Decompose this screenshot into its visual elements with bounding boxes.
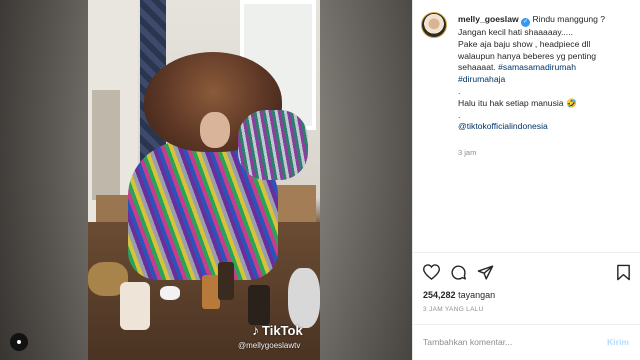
view-count[interactable]: 254,282 tayangan [423,290,495,300]
divider [413,252,640,253]
view-count-number: 254,282 [423,290,456,300]
audio-toggle-button[interactable] [10,333,28,351]
caption-dot: . [458,85,461,96]
hashtag-link[interactable]: #dirumahaja [458,74,640,86]
rofl-emoji: 🤣 [565,97,577,108]
video-shelf [92,90,120,200]
heart-icon [422,264,440,280]
caption-dot: . [458,109,461,120]
hashtag-link[interactable]: #samasamadirumah [498,62,576,72]
caption-line: Jangan kecil hati shaaaaay..... [458,27,573,37]
view-count-label: tayangan [458,290,496,300]
tiktok-watermark: ♪ TikTok [252,322,303,338]
tiktok-note-icon: ♪ [252,322,259,338]
bookmark-icon [616,264,630,280]
caption-line: sehaaaat. [458,62,496,73]
verified-badge-icon: ✓ [521,18,531,27]
comment-input[interactable]: Tambahkan komentar... [423,337,593,351]
comment-button[interactable] [448,262,468,282]
post-side-panel: melly_goeslaw ✓ Rindu manggung ? Jangan … [412,0,640,360]
caption-line: Halu itu hak setiap manusia [458,97,564,108]
post-comment-button[interactable]: Kirim [607,337,629,347]
video-tissue [160,286,180,300]
video-cup [120,282,150,330]
video-face [200,112,230,148]
post-caption: melly_goeslaw ✓ Rindu manggung ? Jangan … [458,14,640,133]
caption-line: Pake aja baju show , headpiece dll [458,38,591,49]
mention-link[interactable]: @tiktokofficialindonesia [458,121,640,133]
post-actions [421,262,633,284]
audio-icon [17,340,21,344]
caption-line: Rindu manggung ? [532,14,606,24]
paper-plane-icon [477,264,493,280]
tiktok-brand: TikTok [262,322,303,338]
comment-icon [450,264,466,280]
username-link[interactable]: melly_goeslaw [458,14,519,24]
caption-time[interactable]: 3 jam [458,148,476,157]
like-button[interactable] [421,262,441,282]
video-headpiece-fringe [238,110,308,180]
post-timestamp[interactable]: 3 JAM YANG LALU [423,306,484,313]
divider [413,324,640,325]
post-video[interactable]: ♪ TikTok @mellygoeslawtv [88,0,320,360]
save-button[interactable] [613,262,633,282]
video-jar [218,262,234,300]
video-bag [288,268,320,328]
caption-line: walaupun hanya beberes yg penting [458,50,597,61]
video-jar [248,285,270,325]
tiktok-handle: @mellygoeslawtv [238,341,301,350]
share-button[interactable] [475,262,495,282]
avatar[interactable] [421,12,447,38]
